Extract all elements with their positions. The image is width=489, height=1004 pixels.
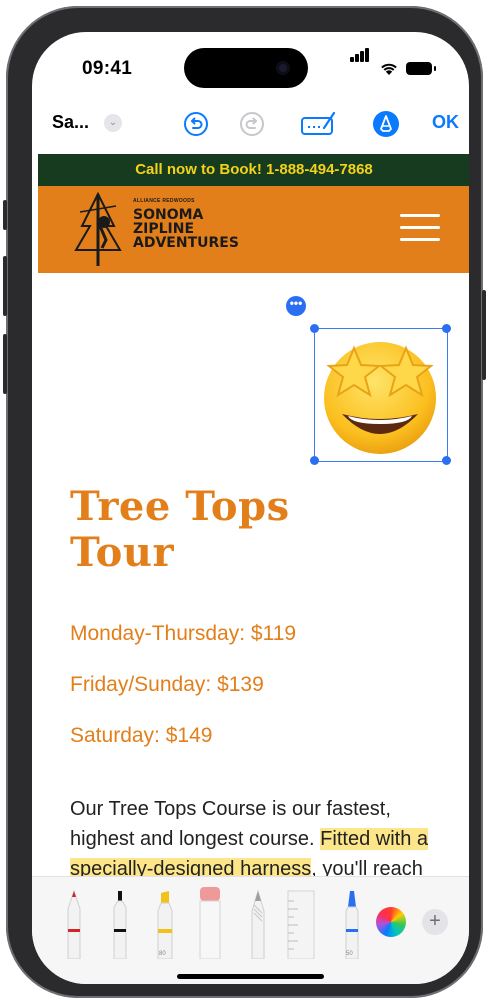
tree-logo-icon [74, 192, 122, 266]
title-line: Tree Tops [70, 483, 290, 530]
logo-line: SONOMA [133, 207, 204, 223]
price-weekday: Monday-Thursday: $119 [70, 622, 297, 645]
chevron-down-icon[interactable]: ⌄ [104, 114, 122, 132]
price-saturday: Saturday: $149 [70, 724, 213, 747]
undo-icon[interactable] [182, 110, 210, 138]
site-logo: SONOMA ZIPLINE ADVENTURES [133, 208, 239, 250]
home-indicator[interactable] [177, 974, 324, 979]
color-wheel-icon[interactable] [376, 907, 406, 937]
dynamic-island [184, 48, 308, 88]
title-line: Tour [70, 529, 175, 576]
hamburger-menu-icon [400, 214, 440, 250]
selection-menu-button[interactable]: ••• [286, 296, 306, 316]
eraser-tool-icon[interactable] [198, 885, 222, 959]
fountain-pen-width-label: 50 [346, 951, 353, 957]
screen: 09:41 Sa... ⌄ OK Call now to Book! 1-888… [32, 32, 469, 984]
status-bar: 09:41 [32, 32, 469, 92]
logo-line: ADVENTURES [133, 235, 239, 251]
fountain-pen-tool-icon[interactable] [340, 889, 364, 959]
fineliner-tool-icon[interactable] [108, 889, 132, 959]
highlighter-tool-icon[interactable] [152, 889, 178, 959]
price-friday-sunday: Friday/Sunday: $139 [70, 673, 264, 696]
battery-icon [406, 62, 436, 75]
page-title: Tree Tops Tour [70, 484, 290, 576]
pen-tool-icon[interactable] [62, 889, 86, 959]
tool-palette: 80 50 + [32, 876, 469, 984]
logo-tagline: ALLIANCE REDWOODS [133, 198, 195, 204]
logo-line: ZIPLINE [133, 221, 195, 237]
redo-icon[interactable] [238, 110, 266, 138]
markup-toolbar: Sa... ⌄ OK [32, 104, 469, 144]
star-struck-emoji-icon[interactable] [316, 332, 444, 460]
signature-icon[interactable] [300, 110, 338, 138]
volume-up-button [3, 256, 7, 316]
document-name[interactable]: Sa... [52, 112, 89, 133]
site-header: ALLIANCE REDWOODS SONOMA ZIPLINE ADVENTU… [38, 186, 469, 273]
pencil-tool-icon[interactable] [246, 889, 270, 959]
markup-pen-icon[interactable] [372, 110, 400, 138]
highlighter-width-label: 80 [159, 951, 166, 957]
side-button [482, 290, 486, 380]
call-banner: Call now to Book! 1-888-494-7868 [38, 154, 469, 186]
status-time: 09:41 [82, 58, 133, 79]
action-button [3, 200, 7, 230]
volume-down-button [3, 334, 7, 394]
webpage-snapshot: Call now to Book! 1-888-494-7868 ALLIANC… [38, 154, 469, 898]
done-button[interactable]: OK [432, 112, 459, 133]
camera-icon [276, 61, 290, 75]
phone-frame: 09:41 Sa... ⌄ OK Call now to Book! 1-888… [6, 6, 483, 998]
wifi-icon [381, 63, 397, 75]
add-tool-button[interactable]: + [422, 909, 448, 935]
ruler-tool-icon[interactable] [286, 889, 316, 959]
